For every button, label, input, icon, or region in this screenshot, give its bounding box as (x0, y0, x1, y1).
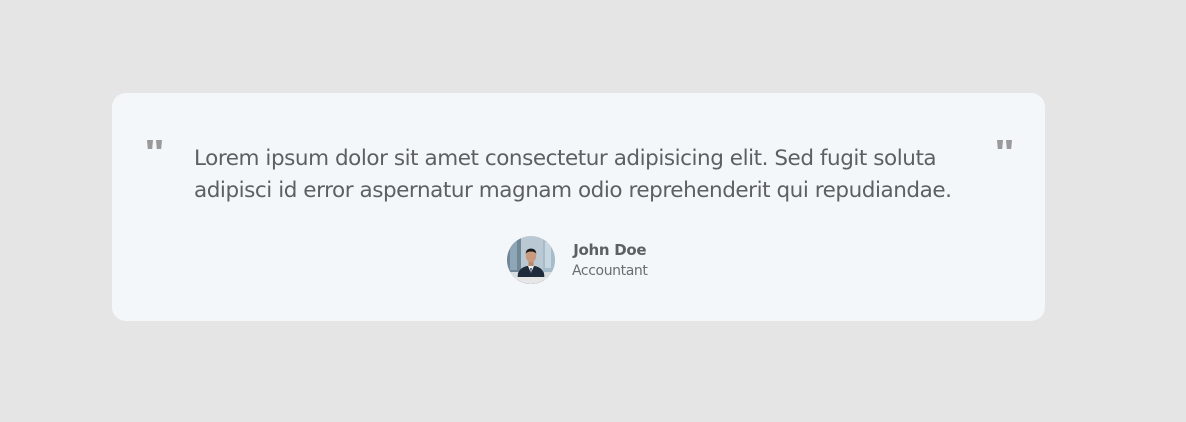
testimonial-card: Lorem ipsum dolor sit amet consectetur a… (112, 93, 1045, 321)
testimonial-quote-text: Lorem ipsum dolor sit amet consectetur a… (194, 146, 952, 203)
quote-left-icon (144, 137, 166, 159)
quote-right-icon (994, 137, 1016, 159)
author-name: John Doe (573, 240, 647, 259)
testimonial-author: John Doe Accountant (507, 236, 648, 284)
avatar (507, 236, 555, 284)
author-role: Accountant (572, 262, 648, 279)
